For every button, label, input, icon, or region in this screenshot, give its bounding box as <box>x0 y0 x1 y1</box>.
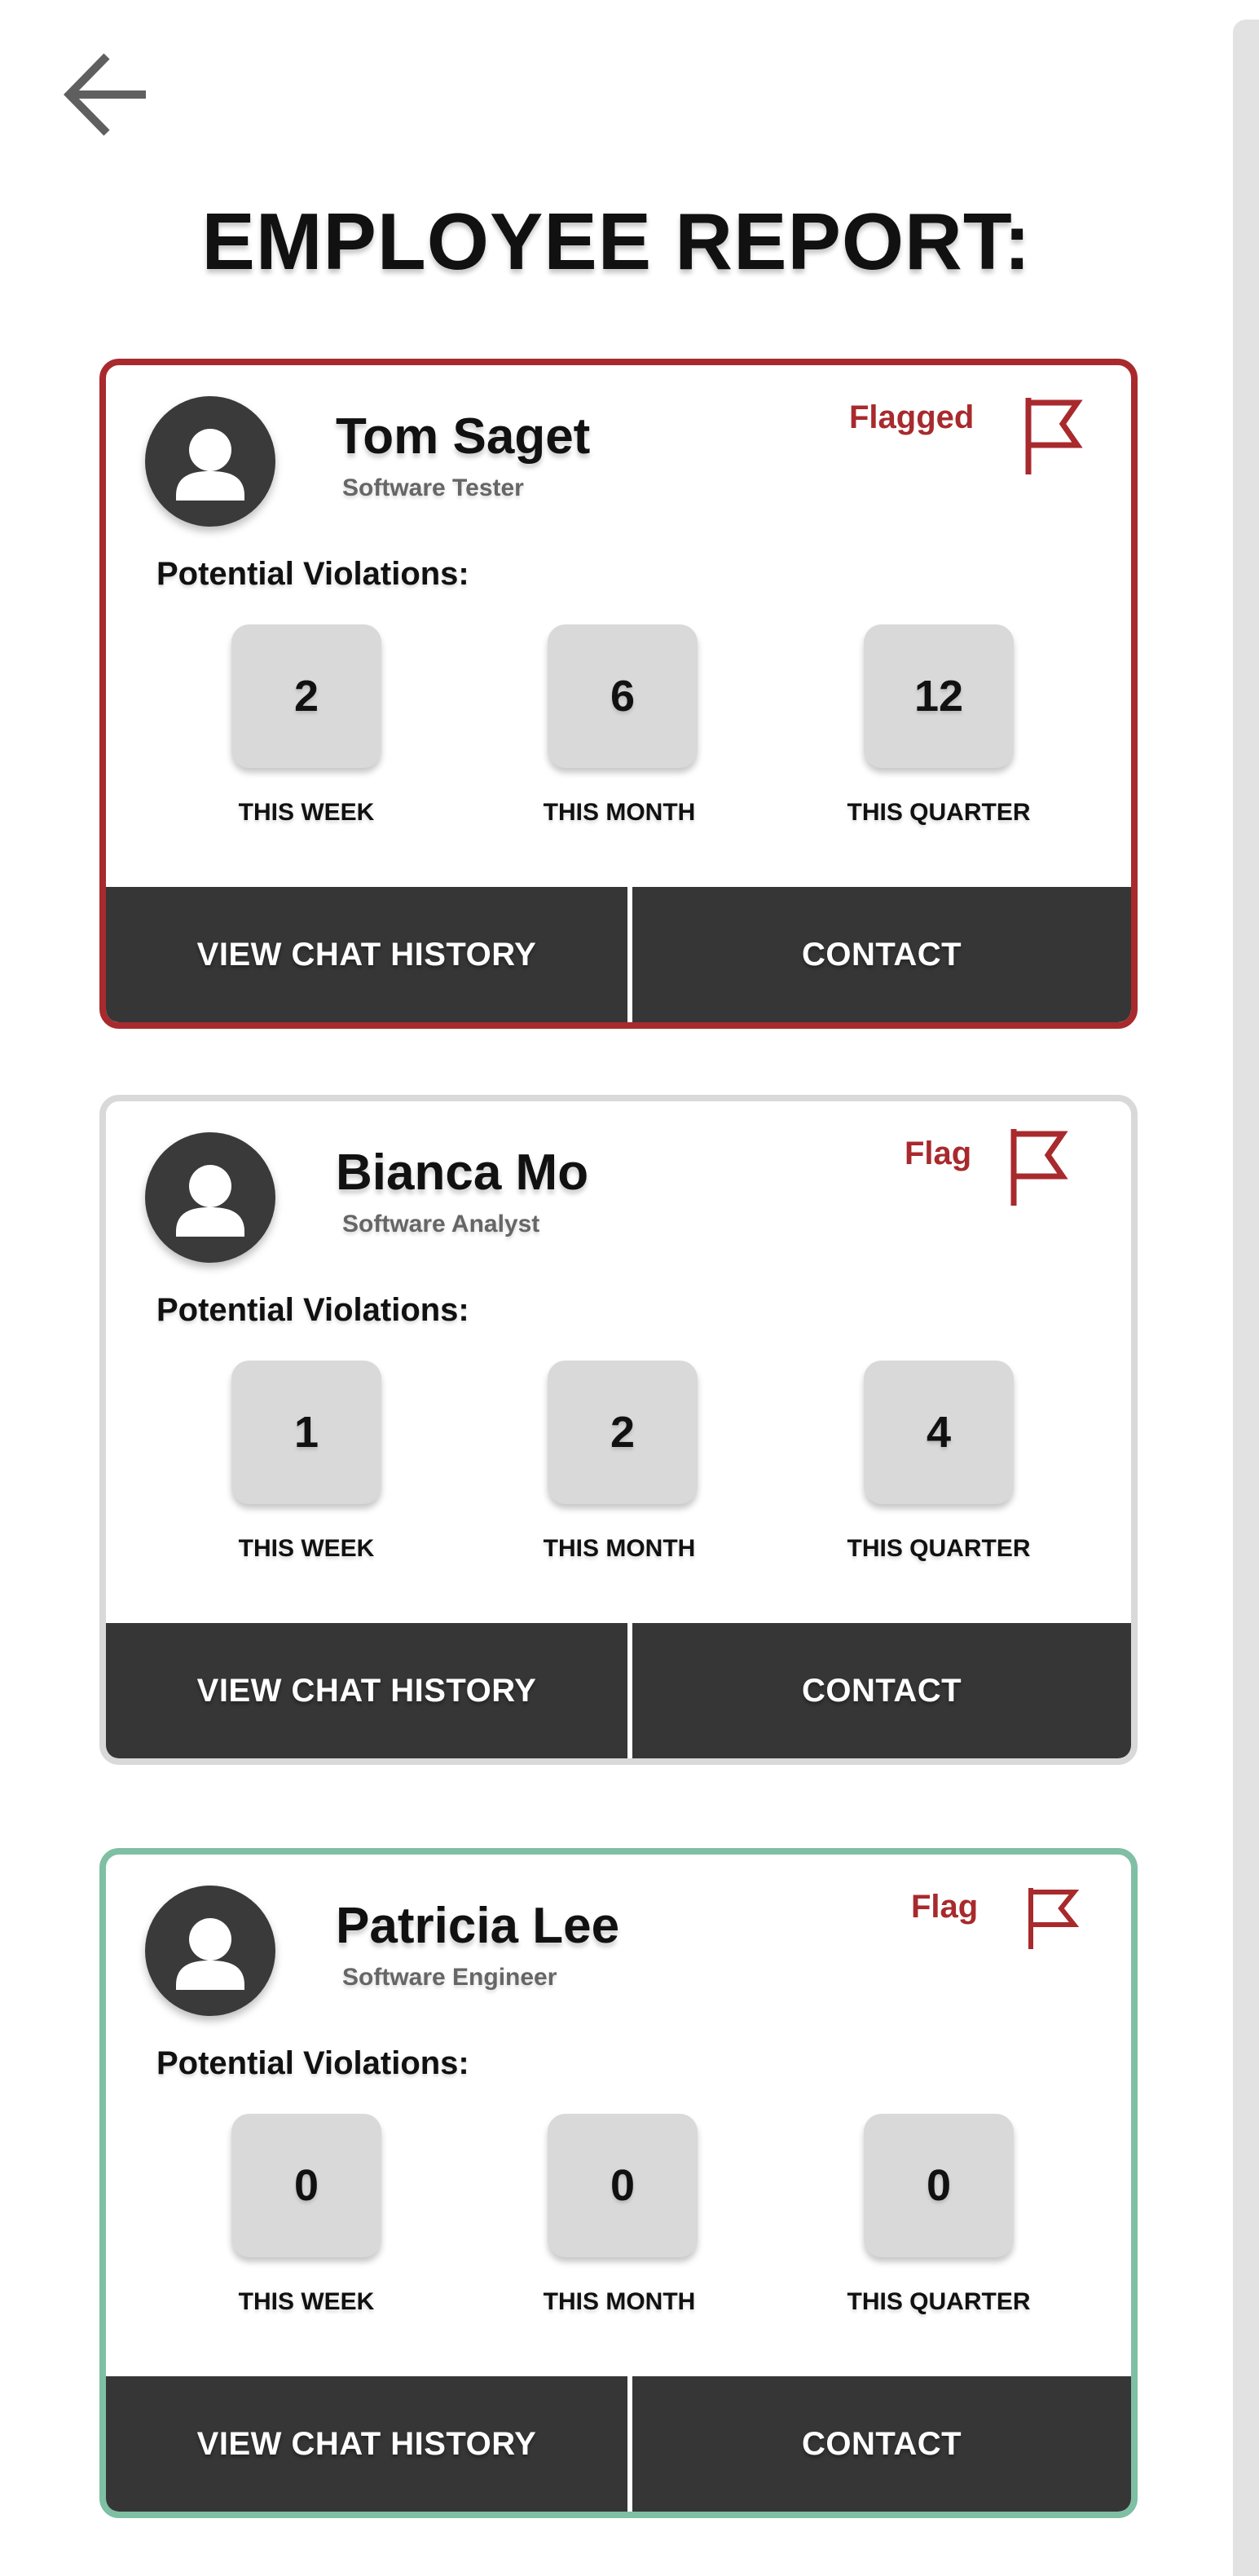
violations-week-count: 2 <box>231 624 381 768</box>
card-actions: VIEW CHAT HISTORY CONTACT <box>106 2376 1131 2512</box>
employee-name: Tom Saget <box>336 408 591 465</box>
violations-title: Potential Violations: <box>156 1292 469 1328</box>
stat-label-week: THIS WEEK <box>238 1535 375 1562</box>
violations-title: Potential Violations: <box>156 556 469 592</box>
flag-icon[interactable] <box>1022 395 1087 476</box>
view-chat-history-button[interactable]: VIEW CHAT HISTORY <box>106 887 627 1022</box>
page-title: EMPLOYEE REPORT: <box>201 196 1032 286</box>
employee-card-tom-saget: Tom Saget Software Tester Flagged Potent… <box>99 359 1138 1029</box>
back-button[interactable] <box>57 46 155 143</box>
view-chat-history-button[interactable]: VIEW CHAT HISTORY <box>106 1623 627 1758</box>
employee-name: Patricia Lee <box>336 1898 620 1954</box>
flag-icon[interactable] <box>1025 1886 1082 1951</box>
stat-label-month: THIS MONTH <box>543 799 696 826</box>
flag-toggle-label[interactable]: Flagged <box>849 399 974 436</box>
user-avatar-icon <box>145 1886 275 2016</box>
violations-month-count: 6 <box>548 624 698 768</box>
stat-label-month: THIS MONTH <box>543 1535 696 1562</box>
violations-title: Potential Violations: <box>156 2045 469 2081</box>
stat-label-week: THIS WEEK <box>238 799 375 826</box>
stat-label-month: THIS MONTH <box>543 2288 696 2315</box>
stat-label-week: THIS WEEK <box>238 2288 375 2315</box>
employee-role: Software Engineer <box>342 1964 557 1991</box>
user-avatar-icon <box>145 1132 275 1263</box>
contact-button[interactable]: CONTACT <box>632 2376 1131 2512</box>
stat-label-quarter: THIS QUARTER <box>847 1535 1031 1562</box>
violations-quarter-count: 4 <box>864 1361 1014 1504</box>
violations-month-count: 0 <box>548 2114 698 2257</box>
card-actions: VIEW CHAT HISTORY CONTACT <box>106 887 1131 1022</box>
violations-week-count: 0 <box>231 2114 381 2257</box>
user-avatar-icon <box>145 396 275 527</box>
flag-toggle-label[interactable]: Flag <box>905 1136 971 1172</box>
stat-label-quarter: THIS QUARTER <box>847 799 1031 826</box>
contact-button[interactable]: CONTACT <box>632 887 1131 1022</box>
employee-role: Software Tester <box>342 474 524 501</box>
violations-week-count: 1 <box>231 1361 381 1504</box>
employee-card-patricia-lee: Patricia Lee Software Engineer Flag Pote… <box>99 1848 1138 2518</box>
violations-month-count: 2 <box>548 1361 698 1504</box>
view-chat-history-button[interactable]: VIEW CHAT HISTORY <box>106 2376 627 2512</box>
employee-role: Software Analyst <box>342 1211 540 1237</box>
contact-button[interactable]: CONTACT <box>632 1623 1131 1758</box>
flag-toggle-label[interactable]: Flag <box>911 1889 978 1925</box>
arrow-left-icon <box>64 53 146 136</box>
flag-icon[interactable] <box>1007 1126 1072 1207</box>
employee-card-bianca-mo: Bianca Mo Software Analyst Flag Potentia… <box>99 1095 1138 1765</box>
employee-name: Bianca Mo <box>336 1145 589 1201</box>
scrollbar[interactable] <box>1233 20 1259 2576</box>
violations-quarter-count: 0 <box>864 2114 1014 2257</box>
card-actions: VIEW CHAT HISTORY CONTACT <box>106 1623 1131 1758</box>
stat-label-quarter: THIS QUARTER <box>847 2288 1031 2315</box>
violations-quarter-count: 12 <box>864 624 1014 768</box>
